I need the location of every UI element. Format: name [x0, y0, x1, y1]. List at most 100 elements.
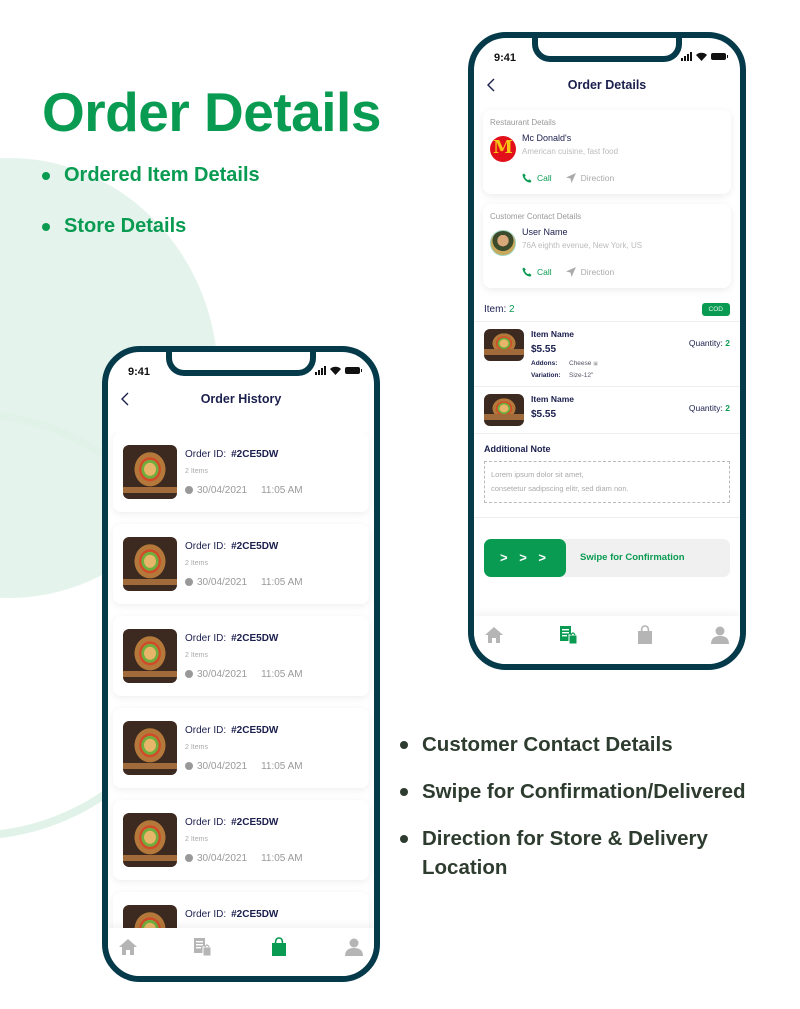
- nav-profile-button[interactable]: [708, 626, 732, 648]
- phone-order-details: 9:41 Order Details Restaurant Details M …: [468, 32, 746, 670]
- swipe-confirmation-slider[interactable]: > > > Swipe for Confirmation: [484, 539, 730, 577]
- bag-icon: [271, 936, 287, 962]
- order-datetime: 30/04/2021 11:05 AM: [185, 853, 303, 864]
- feature-item: Swipe for Confirmation/Delivered: [400, 777, 760, 806]
- customer-address: 76A eighth evenue, New York, US: [522, 241, 643, 250]
- restaurant-name: Mc Donald's: [522, 133, 572, 143]
- order-item: Item Name $5.55 Addons: Cheese ▣ Variati…: [474, 322, 740, 387]
- feature-item: Direction for Store & Delivery Location: [400, 824, 760, 882]
- feature-item: Customer Contact Details: [400, 730, 760, 759]
- profile-icon: [710, 625, 730, 650]
- bag-icon: [637, 624, 653, 650]
- order-datetime: 30/04/2021 11:05 AM: [185, 485, 303, 496]
- item-meta: Addons: Cheese ▣ Variation: Size-12": [531, 360, 598, 379]
- navigation-arrow-icon: [565, 267, 576, 277]
- orders-icon: [193, 937, 213, 962]
- screen-title: Order Details: [567, 78, 647, 92]
- item-variation: Size-12": [569, 372, 594, 379]
- customer-avatar: [490, 230, 516, 256]
- screen-title: Order History: [200, 392, 282, 406]
- nav-bag-button[interactable]: [633, 624, 657, 650]
- back-icon[interactable]: [120, 392, 130, 406]
- order-image: [123, 537, 177, 591]
- order-id: Order ID: #2CE5DW: [185, 908, 279, 920]
- nav-orders-button[interactable]: [191, 937, 215, 962]
- phone-icon: [522, 267, 532, 277]
- customer-name: User Name: [522, 227, 568, 237]
- nav-profile-button[interactable]: [342, 938, 366, 960]
- order-card[interactable]: Order ID:#2CE5DW2 Items30/04/202111:05 A…: [113, 524, 369, 604]
- payment-badge: COD: [701, 303, 730, 316]
- item-price: $5.55: [531, 409, 557, 420]
- item-image: [484, 329, 524, 361]
- card-label: Customer Contact Details: [490, 212, 582, 221]
- item-name: Item Name: [531, 394, 574, 404]
- status-icons: [315, 366, 362, 375]
- order-id: Order ID: #2CE5DW: [185, 448, 279, 460]
- order-card[interactable]: Order ID:#2CE5DW2 Items30/04/202111:05 A…: [113, 616, 369, 696]
- clock-icon: [185, 854, 193, 862]
- order-image: [123, 629, 177, 683]
- order-image: [123, 445, 177, 499]
- item-addons: Cheese ▣: [569, 360, 598, 367]
- home-icon: [118, 938, 138, 961]
- item-image: [484, 394, 524, 426]
- order-datetime: 30/04/2021 11:05 AM: [185, 577, 303, 588]
- nav-home-button[interactable]: [116, 938, 140, 960]
- feature-item: Ordered Item Details: [42, 163, 260, 214]
- clock-icon: [185, 486, 193, 494]
- order-items-count: 2 Items: [185, 835, 208, 843]
- order-item: Item Name $5.55 Quantity: 2: [474, 387, 740, 434]
- order-id: Order ID: #2CE5DW: [185, 724, 279, 736]
- phone-icon: [522, 173, 532, 183]
- order-list[interactable]: Order ID: #2CE5DW 2 Items 30/04/2021 11:05 A…: [108, 432, 374, 928]
- nav-bag-button[interactable]: [267, 936, 291, 962]
- bottom-nav: [474, 616, 740, 664]
- restaurant-cuisine: American cuisine, fast food: [522, 147, 619, 156]
- phone-order-history: 9:41 Order History Order ID: #2CE5DW 2 Ite…: [102, 346, 380, 982]
- details-body: Restaurant Details M Mc Donald's America…: [474, 110, 740, 616]
- customer-call-button[interactable]: Call: [522, 267, 552, 277]
- navigation-arrow-icon: [565, 173, 576, 183]
- item-price: $5.55: [531, 344, 557, 355]
- home-icon: [484, 626, 504, 649]
- order-card[interactable]: Order ID:#2CE5DW2 Items30/04/202111:05 A…: [113, 432, 369, 512]
- order-card[interactable]: Order ID:#2CE5DW2 Items30/04/202111:05 A…: [113, 708, 369, 788]
- swipe-handle[interactable]: > > >: [484, 539, 566, 577]
- bullet-icon: [42, 172, 50, 180]
- order-image: [123, 905, 177, 928]
- bottom-nav: [108, 928, 374, 976]
- clock-icon: [185, 670, 193, 678]
- order-datetime: 30/04/2021 11:05 AM: [185, 669, 303, 680]
- feature-list-top: Ordered Item Details Store Details: [42, 163, 260, 265]
- order-card[interactable]: Order ID:#2CE5DW 2 Items 30/04/202111:05 A…: [113, 800, 369, 880]
- nav-home-button[interactable]: [482, 626, 506, 648]
- item-count: Item: 2: [484, 304, 515, 315]
- bullet-icon: [400, 788, 408, 796]
- swipe-label: Swipe for Confirmation: [580, 552, 685, 563]
- customer-card: Customer Contact Details User Name 76A e…: [483, 204, 731, 288]
- card-label: Restaurant Details: [490, 118, 556, 127]
- order-id: Order ID: #2CE5DW: [185, 816, 279, 828]
- note-box: Lorem ipsum dolor sit amet, consetetur s…: [484, 461, 730, 503]
- item-quantity: Quantity: 2: [688, 338, 730, 348]
- signal-icon: [315, 366, 326, 375]
- bullet-icon: [400, 835, 408, 843]
- nav-orders-button[interactable]: [557, 625, 581, 650]
- item-quantity: Quantity: 2: [688, 403, 730, 413]
- back-icon[interactable]: [486, 78, 496, 92]
- status-time: 9:41: [128, 366, 151, 378]
- orders-icon: [559, 625, 579, 650]
- restaurant-direction-button[interactable]: Direction: [565, 173, 614, 183]
- item-name: Item Name: [531, 329, 574, 339]
- order-image: [123, 813, 177, 867]
- order-items-count: 2 Items: [185, 559, 208, 567]
- customer-direction-button[interactable]: Direction: [565, 267, 614, 277]
- order-card[interactable]: Order ID:#2CE5DW2 Items30/04/202111:05 A…: [113, 892, 369, 928]
- order-datetime: 30/04/2021 11:05 AM: [185, 761, 303, 772]
- restaurant-call-button[interactable]: Call: [522, 173, 552, 183]
- phone-notch: [532, 38, 682, 62]
- bullet-icon: [42, 223, 50, 231]
- feature-item: Store Details: [42, 214, 260, 265]
- order-items-count: 2 Items: [185, 651, 208, 659]
